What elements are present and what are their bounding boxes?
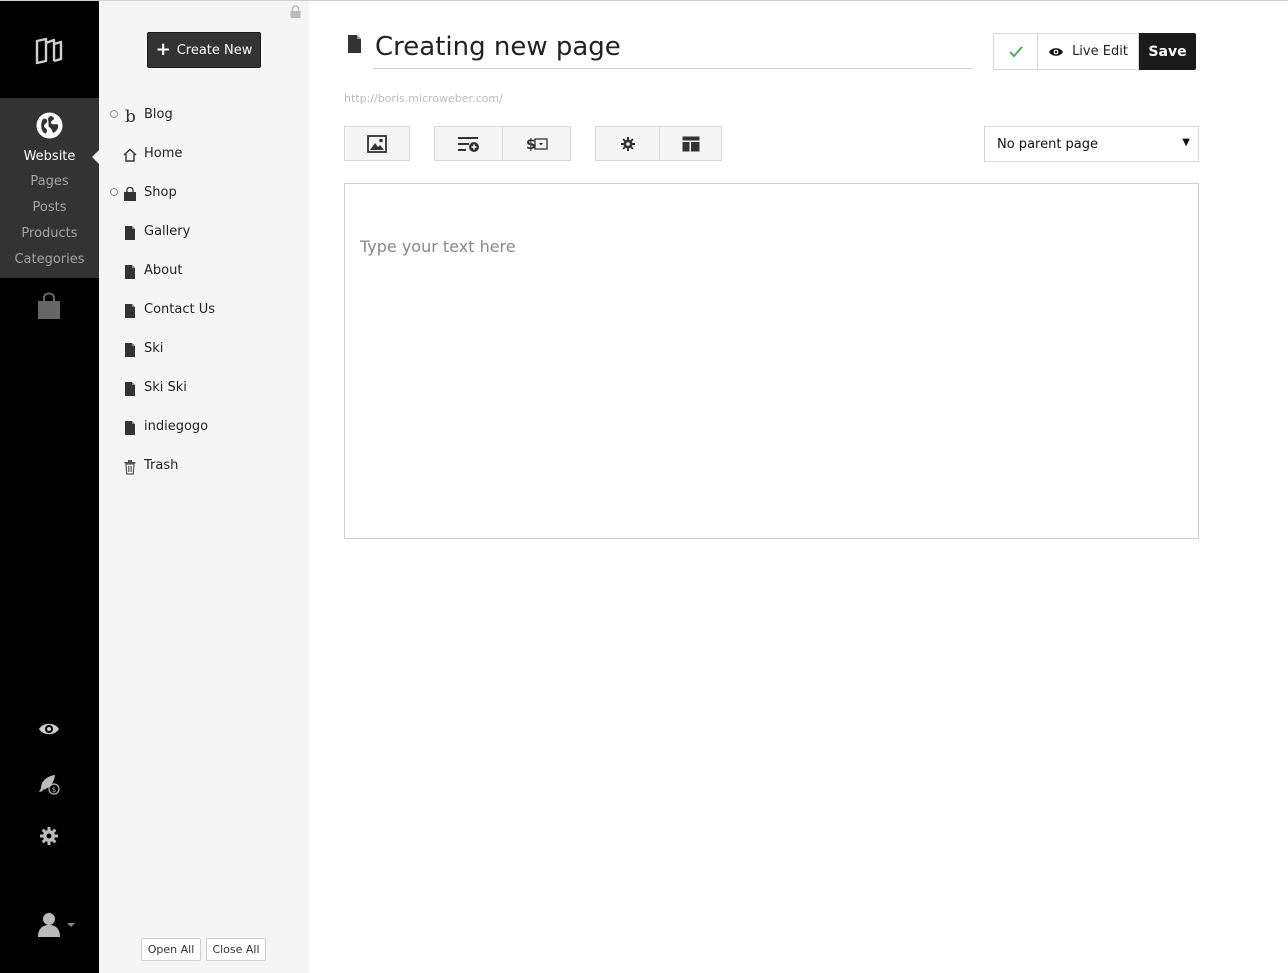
nav-products[interactable]: Products xyxy=(0,226,99,241)
rocket-icon[interactable]: $ xyxy=(38,773,60,795)
tree-item-ski[interactable]: Ski xyxy=(99,336,309,364)
tree-item-label: Shop xyxy=(144,185,177,200)
tree-item-label: indiegogo xyxy=(144,419,209,434)
home-icon xyxy=(123,147,137,163)
nav-categories[interactable]: Categories xyxy=(0,252,99,267)
page-icon xyxy=(123,381,137,397)
nav-posts[interactable]: Posts xyxy=(0,200,99,215)
tree-item-label: Contact Us xyxy=(144,302,215,317)
caret-down-icon: ▼ xyxy=(1182,137,1190,148)
blog-icon: b xyxy=(123,107,137,127)
tree-item-label: Ski xyxy=(144,341,164,356)
price-button[interactable]: $ xyxy=(502,126,571,161)
pages-tree-panel: + Create New b Blog Home Shop Gallery Ab… xyxy=(99,1,309,973)
page-icon xyxy=(123,420,137,436)
image-icon xyxy=(367,134,387,153)
globe-icon[interactable] xyxy=(36,112,63,139)
price-icon: $ xyxy=(526,137,548,153)
website-nav-label[interactable]: Website xyxy=(0,149,99,164)
page-title-input[interactable] xyxy=(374,25,972,69)
tree-item-contact-us[interactable]: Contact Us xyxy=(99,297,309,325)
tree-item-label: Home xyxy=(144,146,183,161)
live-edit-button[interactable]: Live Edit xyxy=(1037,33,1139,70)
page-icon xyxy=(123,342,137,358)
create-new-label: Create New xyxy=(176,42,253,58)
page-icon xyxy=(123,264,137,280)
eye-icon xyxy=(1049,47,1064,56)
live-edit-label: Live Edit xyxy=(1072,44,1128,59)
page-url[interactable]: http://boris.microweber.com/ xyxy=(344,92,503,105)
active-pointer xyxy=(92,150,99,164)
action-buttons: Live Edit Save xyxy=(993,33,1196,70)
add-image-button[interactable] xyxy=(344,126,410,161)
expand-icon[interactable] xyxy=(110,110,118,118)
tree-item-gallery[interactable]: Gallery xyxy=(99,219,309,247)
layout-button[interactable] xyxy=(659,126,722,161)
tree-item-label: Gallery xyxy=(144,224,191,239)
tree-item-blog[interactable]: b Blog xyxy=(99,102,309,130)
page-icon xyxy=(123,225,137,241)
plus-icon: + xyxy=(155,39,171,60)
website-section: Website Pages Posts Products Categories xyxy=(0,98,99,278)
close-all-button[interactable]: Close All xyxy=(206,938,266,961)
create-new-button[interactable]: + Create New xyxy=(147,32,261,68)
add-list-icon xyxy=(457,136,479,152)
lock-icon[interactable] xyxy=(290,5,301,18)
trash-icon xyxy=(123,459,137,475)
expand-icon[interactable] xyxy=(110,188,118,196)
tree-item-indiegogo[interactable]: indiegogo xyxy=(99,414,309,442)
page-settings-button[interactable] xyxy=(595,126,660,161)
tree-item-label: Ski Ski xyxy=(144,380,187,395)
user-menu[interactable] xyxy=(37,912,79,938)
tree-item-label: About xyxy=(144,263,183,278)
content-editor[interactable]: Type your text here xyxy=(344,183,1199,539)
publish-check-button[interactable] xyxy=(993,33,1037,70)
shop-bag-icon xyxy=(123,186,137,202)
page-icon xyxy=(347,34,362,54)
tree-item-label: Trash xyxy=(144,458,179,473)
main-sidebar: Website Pages Posts Products Categories … xyxy=(0,1,99,973)
tree-item-trash[interactable]: Trash xyxy=(99,453,309,481)
save-button[interactable]: Save xyxy=(1139,33,1196,70)
nav-pages[interactable]: Pages xyxy=(0,174,99,189)
add-content-button[interactable] xyxy=(434,126,503,161)
tree-item-shop[interactable]: Shop xyxy=(99,180,309,208)
check-icon xyxy=(1008,45,1023,57)
tree-item-ski-ski[interactable]: Ski Ski xyxy=(99,375,309,403)
svg-text:b: b xyxy=(125,108,136,124)
tree-item-label: Blog xyxy=(144,107,173,122)
gear-icon xyxy=(620,136,635,151)
eye-icon[interactable] xyxy=(38,718,60,740)
page-icon xyxy=(123,303,137,319)
microweber-logo-icon[interactable] xyxy=(34,37,64,65)
tree-item-home[interactable]: Home xyxy=(99,141,309,169)
svg-text:$: $ xyxy=(526,137,536,153)
parent-page-select[interactable]: No parent page ▼ xyxy=(984,126,1199,162)
editor-placeholder: Type your text here xyxy=(360,237,516,256)
gear-icon[interactable] xyxy=(38,825,60,847)
parent-page-value: No parent page xyxy=(997,136,1099,152)
tree-item-about[interactable]: About xyxy=(99,258,309,286)
layout-icon xyxy=(682,136,699,151)
svg-text:$: $ xyxy=(52,786,56,794)
shop-bag-icon[interactable] xyxy=(37,292,61,320)
open-all-button[interactable]: Open All xyxy=(141,938,201,961)
